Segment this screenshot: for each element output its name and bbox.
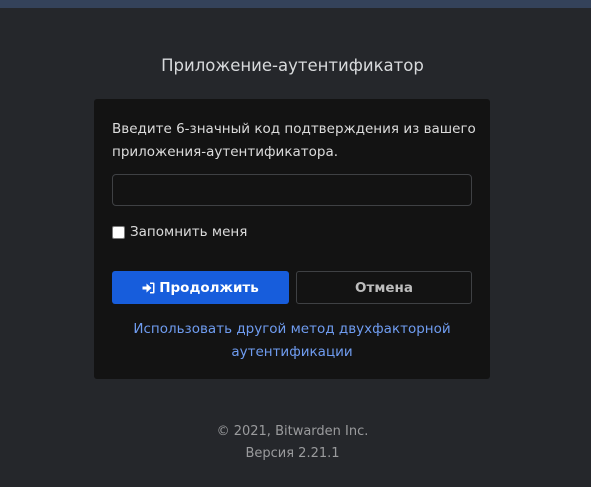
verification-code-input[interactable] xyxy=(112,174,472,206)
cancel-button[interactable]: Отмена xyxy=(296,271,472,304)
footer: © 2021, Bitwarden Inc. Версия 2.21.1 xyxy=(0,421,585,465)
remember-me-checkbox[interactable] xyxy=(112,225,125,239)
copyright-text: © 2021, Bitwarden Inc. xyxy=(216,424,369,439)
top-accent-strip xyxy=(0,0,591,8)
cancel-button-label: Отмена xyxy=(355,279,413,296)
remember-me-row[interactable]: Запомнить меня xyxy=(112,223,247,241)
version-text: Версия 2.21.1 xyxy=(245,446,340,461)
two-factor-card: Введите 6-значный код подтверждения из в… xyxy=(94,99,490,379)
instructions-text: Введите 6-значный код подтверждения из в… xyxy=(112,121,476,160)
continue-button[interactable]: Продолжить xyxy=(112,271,289,304)
remember-me-label[interactable]: Запомнить меня xyxy=(130,223,247,241)
page-title: Приложение-аутентификатор xyxy=(161,56,424,75)
sign-in-icon xyxy=(142,282,155,294)
continue-button-label: Продолжить xyxy=(159,279,259,296)
use-another-method-link[interactable]: Использовать другой метод двухфакторной … xyxy=(94,318,490,364)
